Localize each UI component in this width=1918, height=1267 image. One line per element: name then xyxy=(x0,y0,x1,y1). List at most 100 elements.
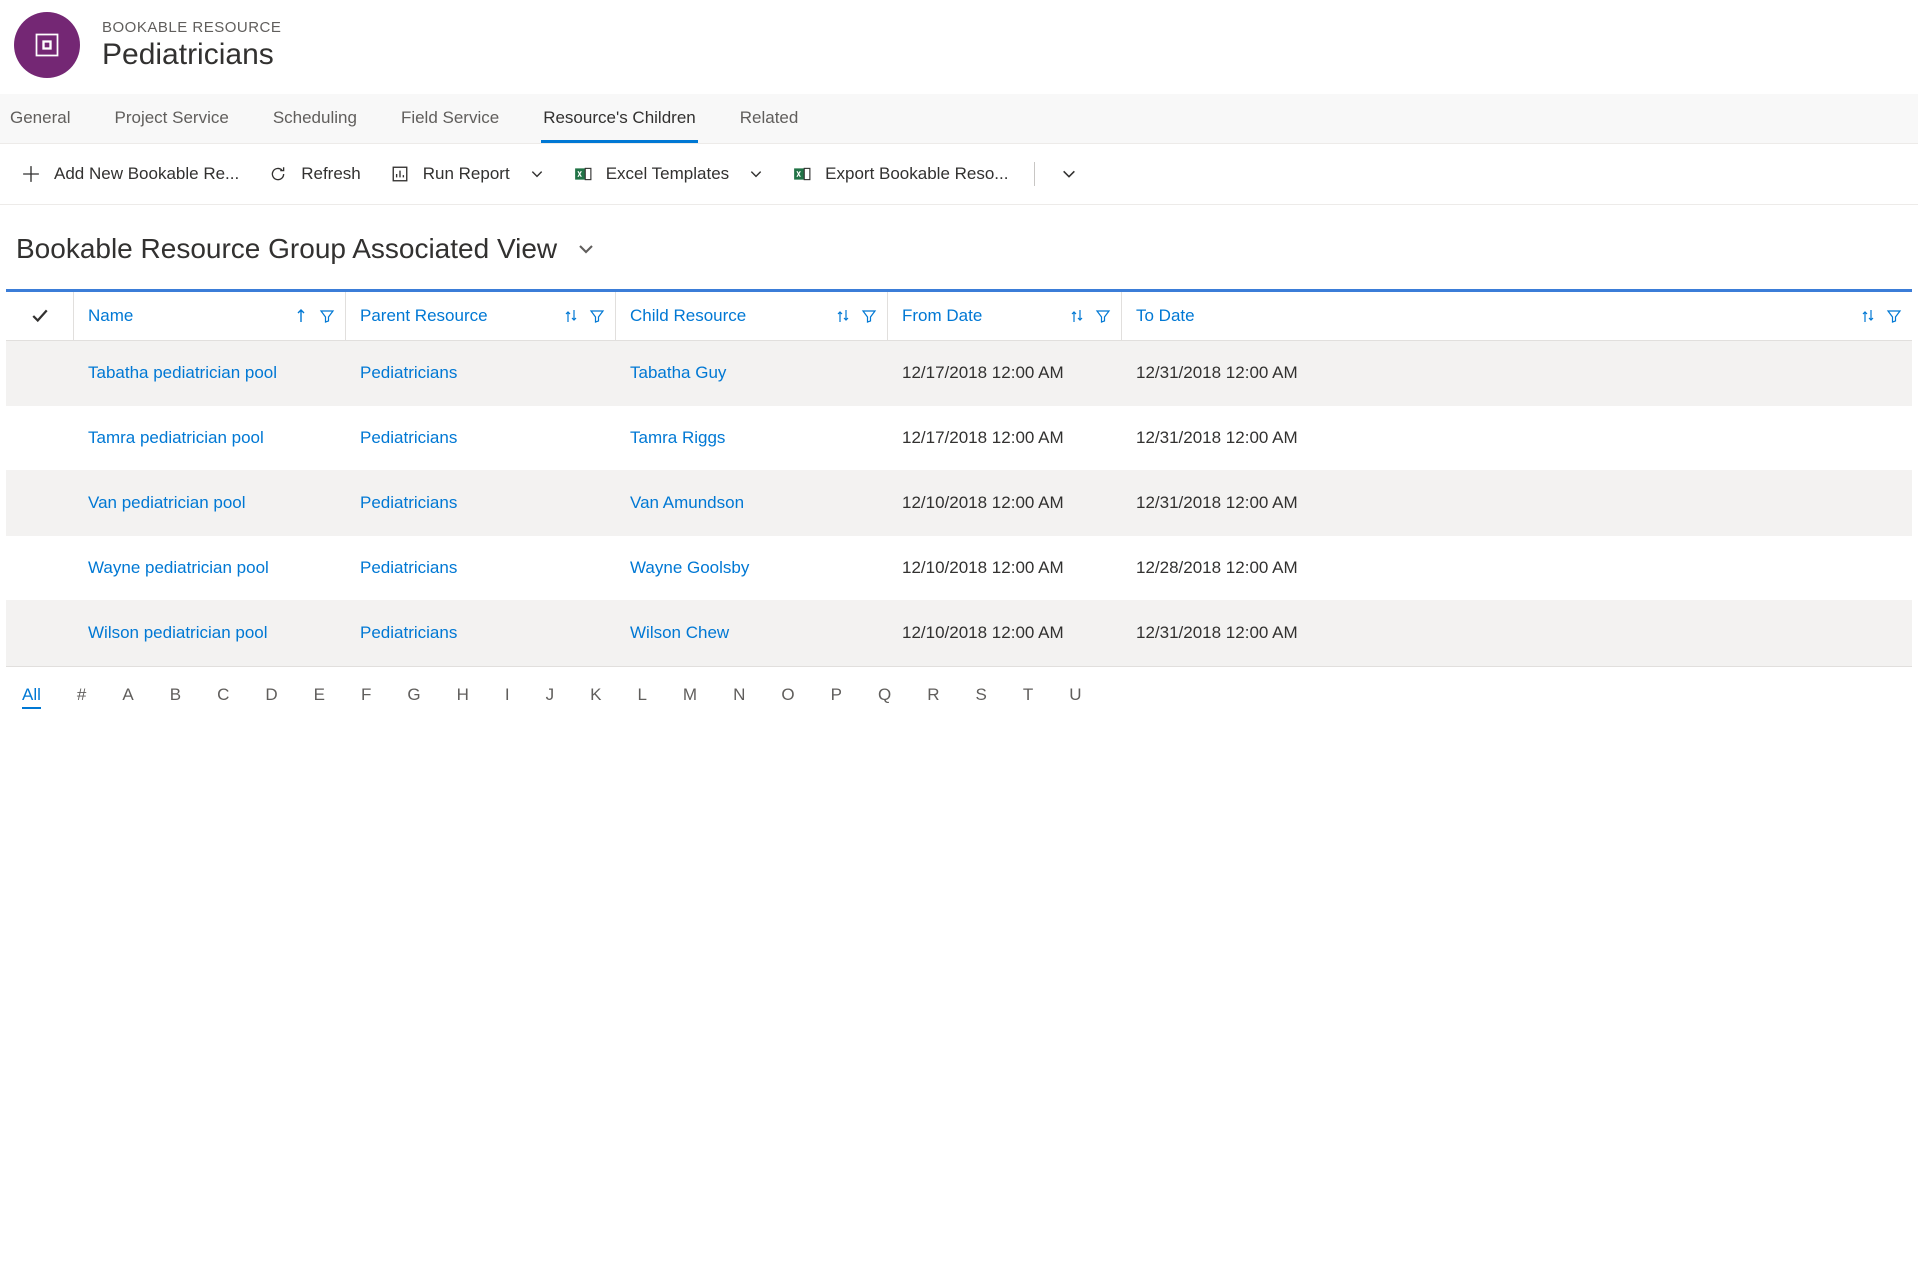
tab-project-service[interactable]: Project Service xyxy=(112,94,230,143)
excel-templates-button[interactable]: Excel Templates xyxy=(564,158,773,190)
jump-a[interactable]: A xyxy=(122,685,133,709)
jump-h[interactable]: H xyxy=(457,685,469,709)
sort-icon[interactable] xyxy=(835,308,851,324)
jump-t[interactable]: T xyxy=(1023,685,1033,709)
jump-j[interactable]: J xyxy=(546,685,555,709)
filter-icon[interactable] xyxy=(319,308,335,324)
column-header-from[interactable]: From Date xyxy=(888,292,1122,340)
to-date: 12/31/2018 12:00 AM xyxy=(1136,493,1298,513)
jump-f[interactable]: F xyxy=(361,685,371,709)
jump-c[interactable]: C xyxy=(217,685,229,709)
column-label: Child Resource xyxy=(630,306,746,326)
chevron-down-icon xyxy=(530,167,544,181)
tab-related[interactable]: Related xyxy=(738,94,801,143)
from-date: 12/17/2018 12:00 AM xyxy=(902,363,1064,383)
row-checkbox[interactable] xyxy=(6,601,74,665)
record-titles: BOOKABLE RESOURCE Pediatricians xyxy=(102,19,281,72)
checkmark-icon xyxy=(31,307,49,325)
row-checkbox[interactable] xyxy=(6,406,74,470)
child-link[interactable]: Tabatha Guy xyxy=(630,363,726,383)
jump-k[interactable]: K xyxy=(590,685,601,709)
jump-m[interactable]: M xyxy=(683,685,697,709)
table-row[interactable]: Wayne pediatrician pool Pediatricians Wayn… xyxy=(6,536,1912,601)
name-link[interactable]: Wilson pediatrician pool xyxy=(88,623,268,643)
jump-n[interactable]: N xyxy=(733,685,745,709)
refresh-button[interactable]: Refresh xyxy=(259,158,371,190)
add-new-button[interactable]: Add New Bookable Re... xyxy=(12,158,249,190)
table-row[interactable]: Tabatha pediatrician pool Pediatricians Ta… xyxy=(6,341,1912,406)
view-title: Bookable Resource Group Associated View xyxy=(16,233,557,265)
jump-b[interactable]: B xyxy=(170,685,181,709)
parent-link[interactable]: Pediatricians xyxy=(360,623,457,643)
jump-#[interactable]: # xyxy=(77,685,86,709)
jump-e[interactable]: E xyxy=(314,685,325,709)
jump-s[interactable]: S xyxy=(975,685,986,709)
parent-link[interactable]: Pediatricians xyxy=(360,363,457,383)
parent-link[interactable]: Pediatricians xyxy=(360,558,457,578)
jump-u[interactable]: U xyxy=(1069,685,1081,709)
table-row[interactable]: Wilson pediatrician pool Pediatricians Wil… xyxy=(6,601,1912,666)
chevron-down-icon xyxy=(1061,166,1077,182)
table-row[interactable]: Van pediatrician pool Pediatricians Van Am… xyxy=(6,471,1912,536)
column-label: Parent Resource xyxy=(360,306,488,326)
tab-field-service[interactable]: Field Service xyxy=(399,94,501,143)
column-header-parent[interactable]: Parent Resource xyxy=(346,292,616,340)
name-link[interactable]: Wayne pediatrician pool xyxy=(88,558,269,578)
from-date: 12/10/2018 12:00 AM xyxy=(902,493,1064,513)
view-selector[interactable]: Bookable Resource Group Associated View xyxy=(0,205,1918,289)
chevron-down-icon xyxy=(749,167,763,181)
jump-d[interactable]: D xyxy=(265,685,277,709)
run-report-button[interactable]: Run Report xyxy=(381,158,554,190)
jump-l[interactable]: L xyxy=(637,685,646,709)
to-date: 12/28/2018 12:00 AM xyxy=(1136,558,1298,578)
filter-icon[interactable] xyxy=(861,308,877,324)
tab-resource-s-children[interactable]: Resource's Children xyxy=(541,94,698,143)
parent-link[interactable]: Pediatricians xyxy=(360,493,457,513)
chevron-down-icon xyxy=(577,240,595,258)
more-commands-button[interactable] xyxy=(1051,160,1087,188)
jump-all[interactable]: All xyxy=(22,685,41,709)
column-header-child[interactable]: Child Resource xyxy=(616,292,888,340)
jump-o[interactable]: O xyxy=(781,685,794,709)
row-checkbox[interactable] xyxy=(6,536,74,600)
jump-q[interactable]: Q xyxy=(878,685,891,709)
row-checkbox[interactable] xyxy=(6,341,74,405)
sort-icon[interactable] xyxy=(1069,308,1085,324)
select-all-checkbox[interactable] xyxy=(6,292,74,340)
filter-icon[interactable] xyxy=(589,308,605,324)
from-date: 12/10/2018 12:00 AM xyxy=(902,623,1064,643)
child-link[interactable]: Wayne Goolsby xyxy=(630,558,749,578)
column-label: To Date xyxy=(1136,306,1195,326)
sort-icon[interactable] xyxy=(1860,308,1876,324)
jump-r[interactable]: R xyxy=(927,685,939,709)
row-checkbox[interactable] xyxy=(6,471,74,535)
excel-templates-label: Excel Templates xyxy=(606,164,729,184)
column-header-name[interactable]: Name xyxy=(74,292,346,340)
column-header-to[interactable]: To Date xyxy=(1122,292,1912,340)
report-icon xyxy=(391,165,409,183)
plus-icon xyxy=(22,165,40,183)
record-header: BOOKABLE RESOURCE Pediatricians xyxy=(0,0,1918,94)
sort-icon[interactable] xyxy=(563,308,579,324)
table-row[interactable]: Tamra pediatrician pool Pediatricians Tamr… xyxy=(6,406,1912,471)
filter-icon[interactable] xyxy=(1886,308,1902,324)
name-link[interactable]: Van pediatrician pool xyxy=(88,493,246,513)
filter-icon[interactable] xyxy=(1095,308,1111,324)
jump-i[interactable]: I xyxy=(505,685,510,709)
child-link[interactable]: Wilson Chew xyxy=(630,623,729,643)
resource-icon xyxy=(33,31,61,59)
name-link[interactable]: Tamra pediatrician pool xyxy=(88,428,264,448)
child-link[interactable]: Van Amundson xyxy=(630,493,744,513)
tab-general[interactable]: General xyxy=(8,94,72,143)
parent-link[interactable]: Pediatricians xyxy=(360,428,457,448)
tab-scheduling[interactable]: Scheduling xyxy=(271,94,359,143)
sort-asc-icon[interactable] xyxy=(293,308,309,324)
jump-g[interactable]: G xyxy=(407,685,420,709)
name-link[interactable]: Tabatha pediatrician pool xyxy=(88,363,277,383)
export-button[interactable]: Export Bookable Reso... xyxy=(783,158,1018,190)
jump-p[interactable]: P xyxy=(831,685,842,709)
child-link[interactable]: Tamra Riggs xyxy=(630,428,725,448)
data-grid: Name Parent Resource Child Resource From… xyxy=(6,289,1912,667)
from-date: 12/10/2018 12:00 AM xyxy=(902,558,1064,578)
to-date: 12/31/2018 12:00 AM xyxy=(1136,428,1298,448)
